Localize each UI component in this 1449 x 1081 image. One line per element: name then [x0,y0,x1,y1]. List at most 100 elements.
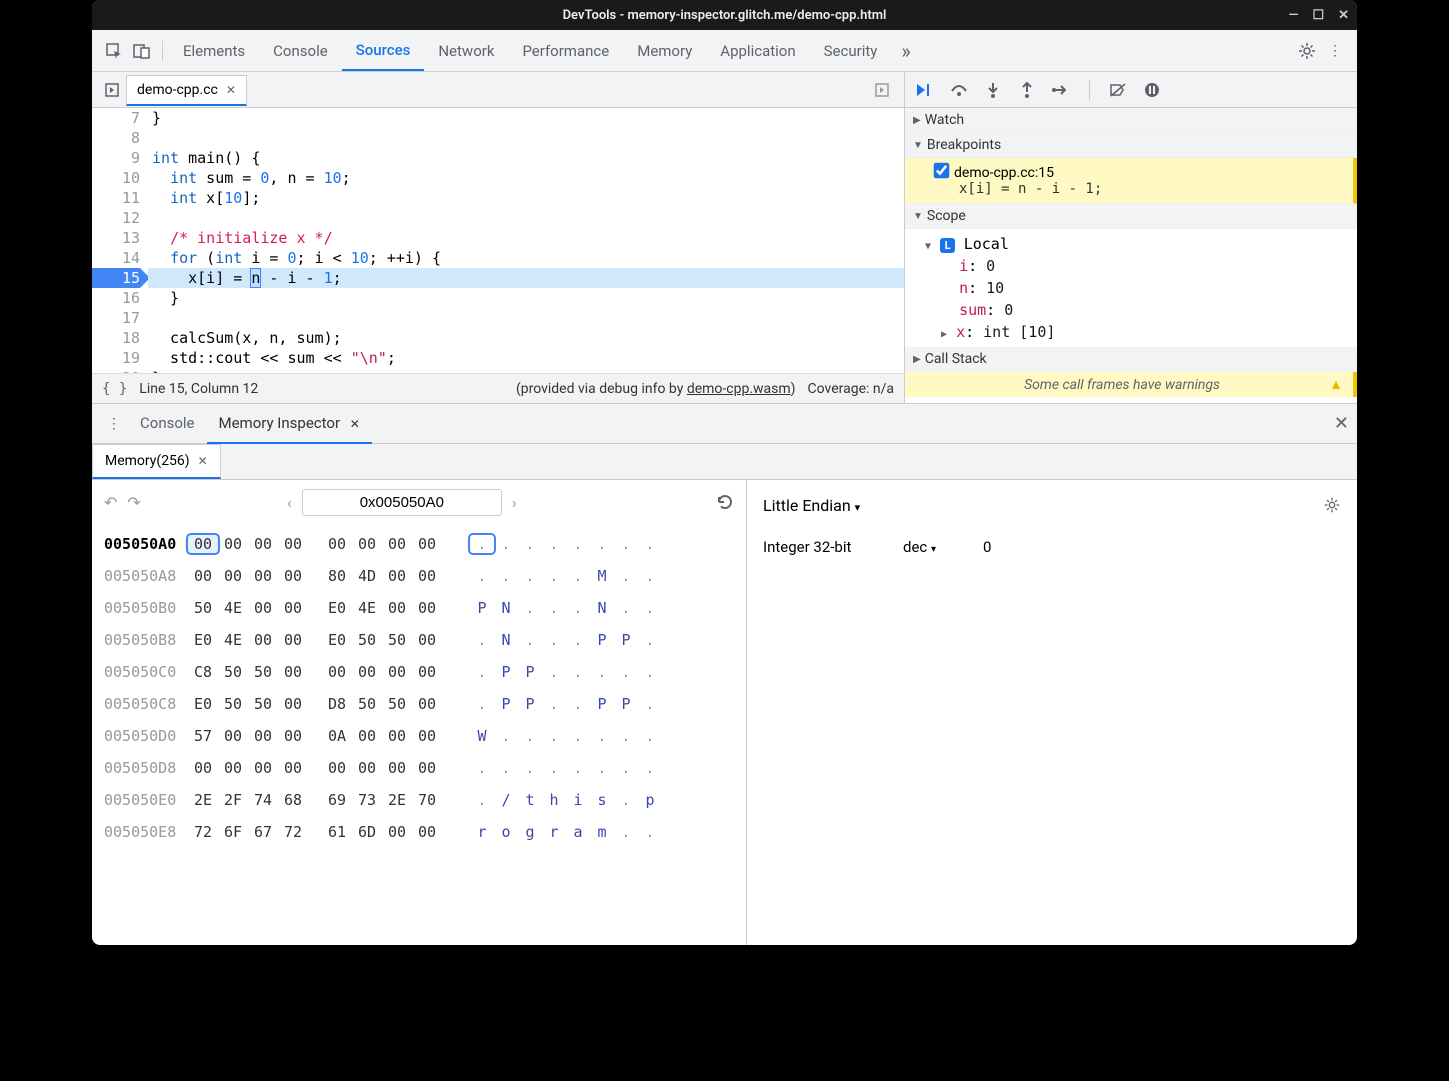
hex-byte[interactable]: 00 [412,567,442,585]
hex-byte[interactable]: 6D [352,823,382,841]
ascii-char[interactable]: r [470,823,494,841]
code-line[interactable]: x[i] = n - i - 1; [148,268,904,288]
hex-byte[interactable]: 00 [322,759,352,777]
ascii-char[interactable]: . [638,759,662,777]
hex-byte[interactable]: 00 [248,631,278,649]
ascii-char[interactable]: . [518,631,542,649]
hex-byte[interactable]: 4D [352,567,382,585]
pretty-print-icon[interactable]: { } [102,381,127,397]
hex-byte[interactable]: 00 [248,599,278,617]
deactivate-breakpoints-button[interactable] [1106,78,1130,102]
hex-byte[interactable]: 00 [278,599,308,617]
hex-byte[interactable]: 2E [382,791,412,809]
ascii-char[interactable]: . [614,727,638,745]
ascii-char[interactable]: . [566,663,590,681]
close-drawer-tab-icon[interactable]: ✕ [350,417,360,431]
line-number[interactable]: 17 [92,308,140,328]
hex-byte[interactable]: 00 [248,727,278,745]
ascii-char[interactable]: . [638,823,662,841]
inspect-element-icon[interactable] [100,37,128,65]
ascii-char[interactable]: / [494,791,518,809]
interp-format-select[interactable]: dec ▾ [903,538,983,556]
code-line[interactable]: for (int i = 0; i < 10; ++i) { [148,248,904,268]
hex-byte[interactable]: 50 [382,695,412,713]
code-line[interactable]: } [148,368,904,373]
ascii-char[interactable]: . [542,567,566,585]
ascii-char[interactable]: o [494,823,518,841]
next-page-icon[interactable]: › [512,493,517,512]
hex-byte[interactable]: 50 [248,663,278,681]
tab-security[interactable]: Security [810,32,892,70]
scope-variable[interactable]: ▶ x: int [10] [925,321,1347,343]
hex-byte[interactable]: 00 [352,759,382,777]
hex-byte[interactable]: 80 [322,567,352,585]
hex-byte[interactable]: 61 [322,823,352,841]
hex-byte[interactable]: 00 [322,535,352,553]
hex-byte[interactable]: 00 [412,759,442,777]
hex-byte[interactable]: 4E [218,599,248,617]
line-number[interactable]: 18 [92,328,140,348]
ascii-char[interactable]: . [470,695,494,713]
close-button[interactable]: ✕ [1338,8,1349,23]
hex-byte[interactable]: 50 [218,695,248,713]
refresh-icon[interactable] [716,493,734,511]
redo-icon[interactable]: ↷ [127,493,140,512]
hex-byte[interactable]: C8 [188,663,218,681]
close-tab-icon[interactable]: ✕ [226,83,236,97]
ascii-char[interactable]: N [494,631,518,649]
hex-byte[interactable]: 72 [278,823,308,841]
ascii-char[interactable]: W [470,727,494,745]
ascii-char[interactable]: t [518,791,542,809]
ascii-char[interactable]: . [614,823,638,841]
code-line[interactable]: } [148,108,904,128]
hex-byte[interactable]: 00 [412,599,442,617]
hex-byte[interactable]: 00 [278,759,308,777]
drawer-menu-icon[interactable]: ⋮ [100,410,128,438]
hex-byte[interactable]: 00 [382,727,412,745]
line-number[interactable]: 9 [92,148,140,168]
ascii-char[interactable]: . [470,663,494,681]
ascii-char[interactable]: P [590,695,614,713]
ascii-char[interactable]: . [566,695,590,713]
ascii-char[interactable]: . [614,599,638,617]
close-memory-tab-icon[interactable]: ✕ [198,454,208,468]
ascii-char[interactable]: . [590,663,614,681]
ascii-char[interactable]: . [590,727,614,745]
code-line[interactable]: calcSum(x, n, sum); [148,328,904,348]
code-line[interactable]: int sum = 0, n = 10; [148,168,904,188]
hex-byte[interactable]: 00 [412,727,442,745]
maximize-button[interactable]: ☐ [1312,8,1324,23]
hex-byte[interactable]: 68 [278,791,308,809]
hex-byte[interactable]: 72 [188,823,218,841]
ascii-char[interactable]: . [638,599,662,617]
ascii-char[interactable]: . [494,535,518,553]
ascii-char[interactable]: . [470,631,494,649]
hex-byte[interactable]: 00 [278,663,308,681]
ascii-char[interactable]: P [494,695,518,713]
ascii-char[interactable]: . [638,631,662,649]
hex-byte[interactable]: E0 [322,631,352,649]
hex-byte[interactable]: 00 [278,631,308,649]
hex-byte[interactable]: 00 [352,663,382,681]
hex-byte[interactable]: 0A [322,727,352,745]
ascii-char[interactable]: g [518,823,542,841]
hex-byte[interactable]: 73 [352,791,382,809]
hex-byte[interactable]: 00 [278,695,308,713]
tab-console[interactable]: Console [259,32,342,70]
code-line[interactable] [148,128,904,148]
ascii-char[interactable]: m [590,823,614,841]
ascii-char[interactable]: . [494,567,518,585]
watch-section[interactable]: ▶Watch [905,108,1357,133]
ascii-char[interactable]: . [566,535,590,553]
ascii-char[interactable]: . [494,759,518,777]
device-toggle-icon[interactable] [128,37,156,65]
ascii-char[interactable]: . [542,759,566,777]
scope-section[interactable]: ▼Scope [905,204,1357,229]
ascii-char[interactable]: . [590,759,614,777]
memory-tab[interactable]: Memory(256) ✕ [92,444,221,479]
breakpoint-checkbox[interactable] [934,163,950,179]
show-navigator-icon[interactable] [98,82,126,98]
kebab-menu-icon[interactable]: ⋮ [1321,37,1349,65]
pause-exceptions-button[interactable] [1140,78,1164,102]
ascii-char[interactable]: r [542,823,566,841]
